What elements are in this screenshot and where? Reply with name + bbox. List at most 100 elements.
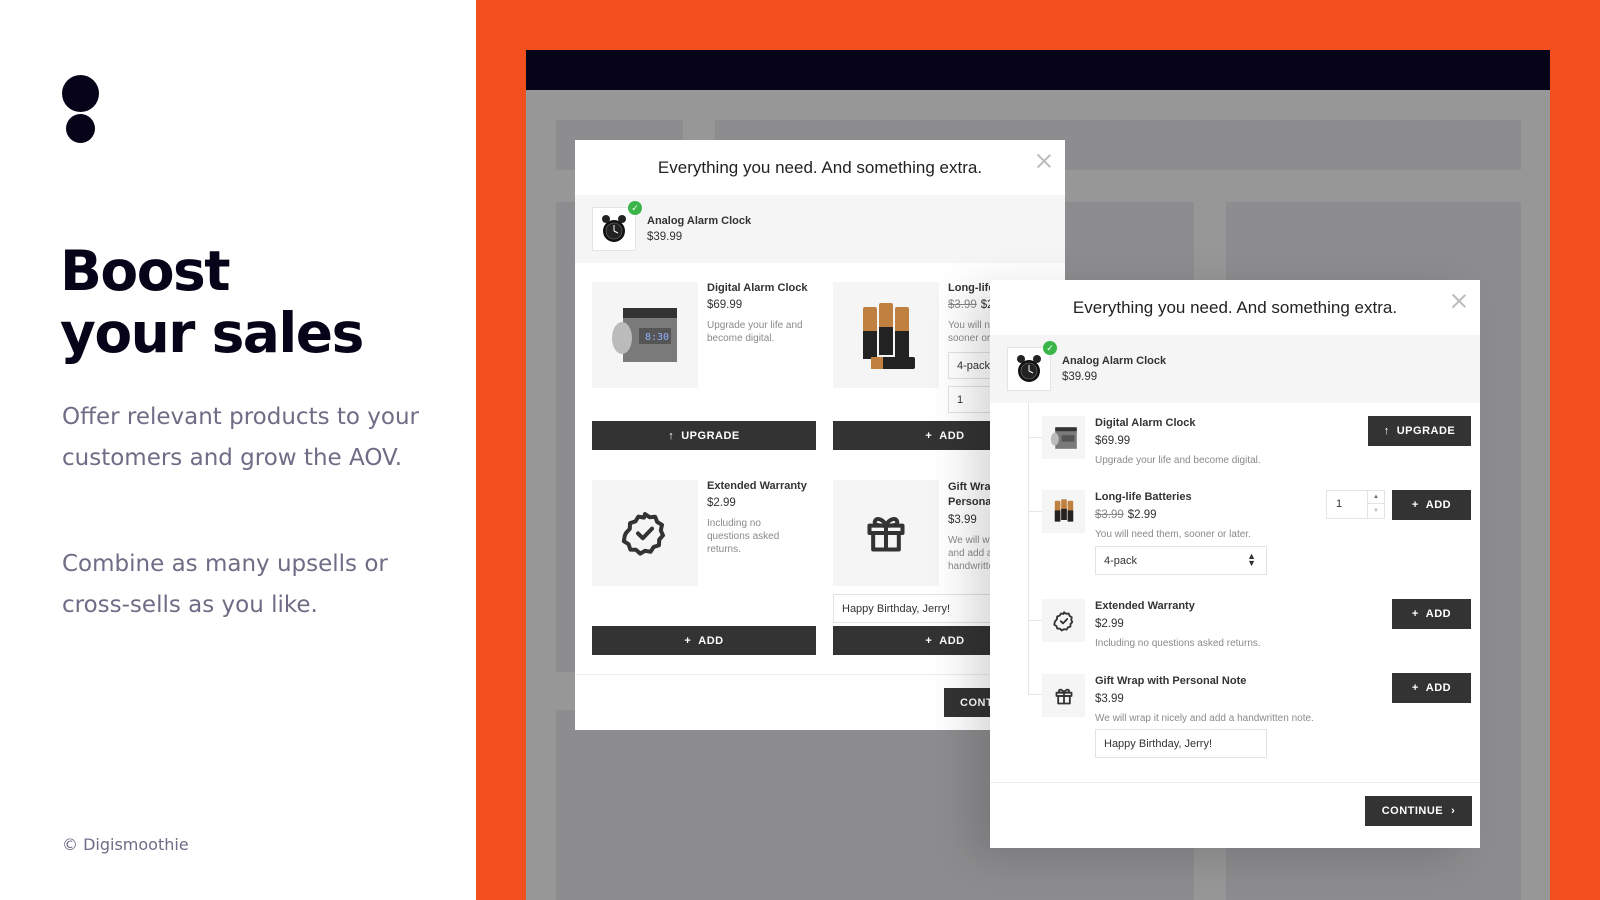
product-name: Digital Alarm Clock xyxy=(707,282,808,294)
marketing-panel: Boost your sales Offer relevant products… xyxy=(0,0,476,900)
product-name: Digital Alarm Clock xyxy=(1095,417,1196,429)
add-button[interactable]: + ADD xyxy=(1392,599,1471,629)
showcase-panel: Everything you need. And something extra… xyxy=(476,0,1600,900)
headline-line-1: Boost xyxy=(60,239,231,303)
product-name: Gift Wrap with Personal Note xyxy=(1095,675,1247,687)
badge-check-icon xyxy=(592,480,698,586)
badge-check-icon xyxy=(1042,599,1085,642)
decrement-icon[interactable]: ▼ xyxy=(1368,505,1384,518)
copyright: © Digismoothie xyxy=(62,835,189,854)
footer-divider xyxy=(990,782,1480,783)
placeholder-block xyxy=(556,710,1058,900)
plus-icon: + xyxy=(1411,608,1419,620)
product-description: Including no questions asked returns. xyxy=(707,518,780,555)
product-description: Upgrade your life and become digital. xyxy=(1095,455,1261,466)
add-button[interactable]: + ADD xyxy=(592,626,816,655)
product-price: $2.99 xyxy=(1095,618,1124,630)
logo-dot-small xyxy=(66,114,95,143)
alarm-clock-icon xyxy=(1007,347,1051,391)
plus-icon: + xyxy=(925,429,933,442)
product-price: $3.99 $2.99 xyxy=(1095,509,1157,521)
plus-icon: + xyxy=(1411,499,1419,511)
button-label: ADD xyxy=(698,634,724,647)
product-description: You will need them, sooner or later. xyxy=(1095,529,1251,540)
product-price: $3.99 xyxy=(948,514,977,526)
quantity-value: 1 xyxy=(1336,498,1343,510)
button-label: UPGRADE xyxy=(681,429,740,442)
tree-connector xyxy=(1028,403,1029,695)
check-badge-icon: ✓ xyxy=(1043,341,1057,355)
plus-icon: + xyxy=(1411,682,1419,694)
product-name: Long-life Batteries xyxy=(1095,491,1192,503)
batteries-image xyxy=(1042,490,1085,533)
upsell-modal-list: Everything you need. And something extra… xyxy=(990,280,1480,848)
continue-button[interactable]: CONTINUE › xyxy=(1365,796,1472,826)
variant-value: 4-pack xyxy=(1104,554,1138,567)
close-icon[interactable] xyxy=(1452,294,1466,308)
old-price: $3.99 xyxy=(948,299,977,311)
product-description: We will wr and add a handwritte xyxy=(948,534,994,573)
add-button[interactable]: + ADD xyxy=(1392,490,1471,520)
cart-item-name: Analog Alarm Clock xyxy=(1062,355,1167,367)
browser-mockup: Everything you need. And something extra… xyxy=(526,50,1550,900)
upgrade-button[interactable]: ↑ UPGRADE xyxy=(1368,416,1471,446)
quantity-stepper[interactable]: 1 ▲ ▼ xyxy=(1326,490,1385,519)
close-icon[interactable] xyxy=(1037,154,1051,168)
check-badge-icon: ✓ xyxy=(628,201,642,215)
modal-title: Everything you need. And something extra… xyxy=(657,158,983,177)
gift-icon xyxy=(1042,674,1085,717)
stepper-arrows: ▲ ▼ xyxy=(1367,491,1384,518)
digital-clock-image xyxy=(1042,416,1085,459)
arrow-up-icon: ↑ xyxy=(668,429,675,442)
old-price: $3.99 xyxy=(1095,509,1124,521)
browser-top-bar xyxy=(526,50,1550,90)
chevron-right-icon: › xyxy=(1451,805,1456,817)
product-description: Including no questions asked returns. xyxy=(1095,638,1261,649)
button-label: ADD xyxy=(1425,499,1452,511)
select-chevrons-icon: ▲ ▼ xyxy=(1247,551,1256,568)
button-label: UPGRADE xyxy=(1396,425,1456,437)
logo-dot-large xyxy=(62,75,99,112)
description-line: and add a xyxy=(948,548,993,559)
description-paragraph-2: Combine as many upsells or cross-sells a… xyxy=(62,551,388,618)
tree-branch xyxy=(1028,694,1042,695)
increment-icon[interactable]: ▲ xyxy=(1368,491,1384,504)
arrow-up-icon: ↑ xyxy=(1383,425,1390,437)
variant-select[interactable]: 4-pack ▲ ▼ xyxy=(1095,546,1267,575)
modal-title: Everything you need. And something extra… xyxy=(1072,298,1398,317)
plus-icon: + xyxy=(925,634,933,647)
product-price: $2.99 xyxy=(707,497,736,509)
product-price: $69.99 xyxy=(707,299,743,311)
sale-price: $2.99 xyxy=(1127,509,1157,521)
description-line: handwritte xyxy=(948,561,995,572)
description-paragraph-1: Offer relevant products to your customer… xyxy=(62,404,419,471)
product-name: Extended Warranty xyxy=(707,480,807,492)
button-label: ADD xyxy=(1425,608,1452,620)
product-description: We will wrap it nicely and add a handwri… xyxy=(1095,713,1314,724)
headline-line-2: your sales xyxy=(60,301,364,365)
alarm-clock-icon xyxy=(592,207,636,251)
product-price: $3.99 xyxy=(1095,693,1124,705)
product-price: $69.99 xyxy=(1095,435,1131,447)
description-line: We will wr xyxy=(948,535,993,546)
gift-note-input[interactable]: Happy Birthday, Jerry! xyxy=(1095,729,1267,758)
upgrade-button[interactable]: ↑ UPGRADE xyxy=(592,421,816,450)
product-description: Upgrade your life and become digital. xyxy=(707,320,803,344)
tree-branch xyxy=(1028,437,1042,438)
cart-item-row: ✓ Analog Alarm Clock $39.99 xyxy=(575,195,1065,263)
cart-item-row: ✓ Analog Alarm Clock $39.99 xyxy=(990,335,1480,403)
cart-item-price: $39.99 xyxy=(1062,371,1098,383)
product-name: Extended Warranty xyxy=(1095,600,1195,612)
svg-text:8:30: 8:30 xyxy=(645,332,669,343)
button-label: ADD xyxy=(939,429,965,442)
digismoothie-logo xyxy=(62,75,100,145)
tree-branch xyxy=(1028,511,1042,512)
button-label: CONTINUE xyxy=(1381,805,1444,817)
button-label: ADD xyxy=(939,634,965,647)
button-label: ADD xyxy=(1425,682,1452,694)
add-button[interactable]: + ADD xyxy=(1392,673,1471,703)
gift-icon xyxy=(833,480,939,586)
tree-branch xyxy=(1028,620,1042,621)
plus-icon: + xyxy=(684,634,692,647)
cart-item-name: Analog Alarm Clock xyxy=(647,215,752,227)
